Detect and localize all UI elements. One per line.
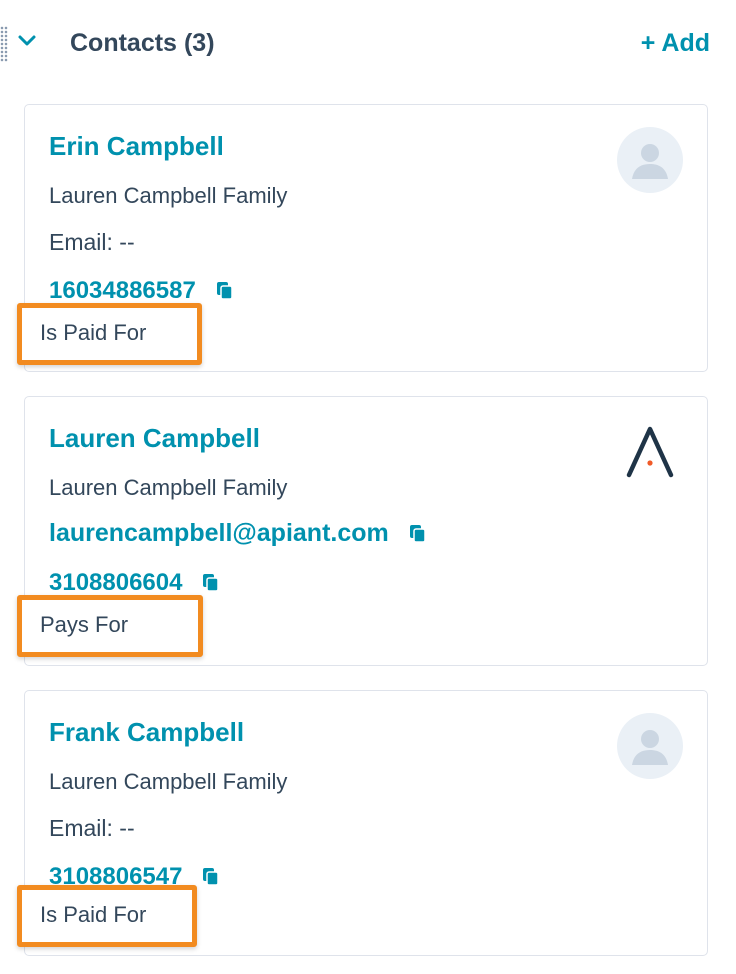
contact-company: Lauren Campbell Family (49, 475, 288, 500)
copy-icon[interactable] (216, 281, 234, 301)
contact-email: Email: -- (49, 229, 135, 255)
contact-email-link[interactable]: laurencampbell@apiant.com (49, 519, 427, 548)
association-label-highlight: Is Paid For (17, 885, 197, 947)
association-label: Is Paid For (40, 320, 147, 345)
contact-name-link[interactable]: Lauren Campbell (49, 423, 260, 454)
contact-name-link[interactable]: Frank Campbell (49, 717, 244, 748)
copy-icon[interactable] (409, 524, 427, 544)
contact-name-link[interactable]: Erin Campbell (49, 131, 224, 162)
add-contact-button[interactable]: + Add (641, 26, 710, 60)
contacts-panel: Contacts (3) + Add Erin Campbell Lauren … (0, 0, 736, 974)
association-label: Is Paid For (40, 902, 147, 927)
contact-email: Email: -- (49, 815, 135, 841)
contact-card: Lauren Campbell Lauren Campbell Family l… (17, 396, 708, 666)
contact-phone-number[interactable]: 16034886587 (49, 277, 196, 305)
contacts-section-header: Contacts (3) + Add (0, 0, 736, 86)
copy-icon[interactable] (202, 573, 220, 593)
company-logo-icon (623, 423, 677, 479)
chevron-down-icon[interactable] (16, 30, 38, 52)
default-person-avatar-icon (617, 713, 683, 779)
contact-email-address[interactable]: laurencampbell@apiant.com (49, 519, 389, 548)
contact-company: Lauren Campbell Family (49, 769, 288, 794)
section-count: (3) (183, 29, 215, 57)
default-person-avatar-icon (617, 127, 683, 193)
section-title[interactable]: Contacts (3) (70, 26, 215, 60)
contact-card: Frank Campbell Lauren Campbell Family Em… (17, 690, 708, 956)
contact-company: Lauren Campbell Family (49, 183, 288, 208)
contact-card: Erin Campbell Lauren Campbell Family Ema… (17, 104, 708, 372)
contact-phone-number[interactable]: 3108806604 (49, 569, 182, 597)
association-label-highlight: Is Paid For (17, 303, 202, 365)
contact-phone-link[interactable]: 3108806604 (49, 569, 220, 597)
association-label-highlight: Pays For (17, 595, 203, 657)
contact-phone-link[interactable]: 16034886587 (49, 277, 234, 305)
section-title-label: Contacts (70, 29, 177, 57)
drag-handle-icon[interactable] (0, 26, 8, 62)
association-label: Pays For (40, 612, 129, 637)
copy-icon[interactable] (202, 867, 220, 887)
